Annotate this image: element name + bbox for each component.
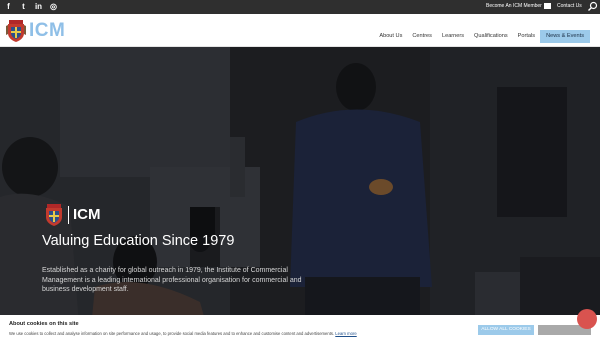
linkedin-icon[interactable]: in [34, 1, 43, 12]
cookie-message-text: We use cookies to collect and analyse in… [9, 331, 335, 336]
crest-icon [6, 20, 26, 42]
top-bar: f t in ◎ Become An ICM Member Contact Us [0, 0, 600, 14]
social-links: f t in ◎ [4, 1, 58, 12]
become-member-link[interactable]: Become An ICM Member [486, 2, 542, 11]
crest-icon [46, 204, 62, 226]
logo-text: ICM [29, 20, 66, 41]
menu-item-centres[interactable]: Centres [407, 31, 437, 43]
menu-item-portals[interactable]: Portals [513, 31, 540, 43]
menu-item-learners[interactable]: Learners [437, 31, 469, 43]
twitter-icon[interactable]: t [19, 1, 28, 12]
menu-item-qualifications[interactable]: Qualifications [469, 31, 513, 43]
allow-all-cookies-button[interactable]: ALLOW ALL COOKIES [478, 325, 534, 335]
menu-item-about-us[interactable]: About Us [374, 31, 407, 43]
hero-logo-text: ICM [73, 206, 101, 223]
instagram-icon[interactable]: ◎ [49, 1, 58, 12]
cookie-banner: About cookies on this site We use cookie… [0, 315, 600, 338]
menu-item-news-events[interactable]: News & Events [540, 30, 590, 43]
facebook-icon[interactable]: f [4, 1, 13, 12]
logo-divider [68, 206, 69, 224]
page: f t in ◎ Become An ICM Member Contact Us… [0, 0, 600, 338]
hero-logo: ICM [44, 204, 101, 226]
main-header: ICM About Us Centres Learners Qualificat… [0, 14, 600, 47]
learn-more-link[interactable]: Learn more [335, 331, 356, 336]
site-logo[interactable]: ICM [6, 20, 65, 42]
mail-icon [544, 3, 551, 9]
contact-us-link[interactable]: Contact Us [557, 2, 582, 11]
main-menu: About Us Centres Learners Qualifications… [374, 30, 590, 43]
hero-heading: Valuing Education Since 1979 [42, 233, 235, 249]
cookie-message: We use cookies to collect and analyse in… [9, 331, 357, 337]
cookie-title: About cookies on this site [9, 321, 79, 327]
search-icon[interactable] [587, 1, 598, 12]
floating-action-button[interactable] [577, 309, 597, 329]
hero-banner: ICM Valuing Education Since 1979 Establi… [0, 47, 600, 338]
hero-description: Established as a charity for global outr… [42, 267, 302, 293]
